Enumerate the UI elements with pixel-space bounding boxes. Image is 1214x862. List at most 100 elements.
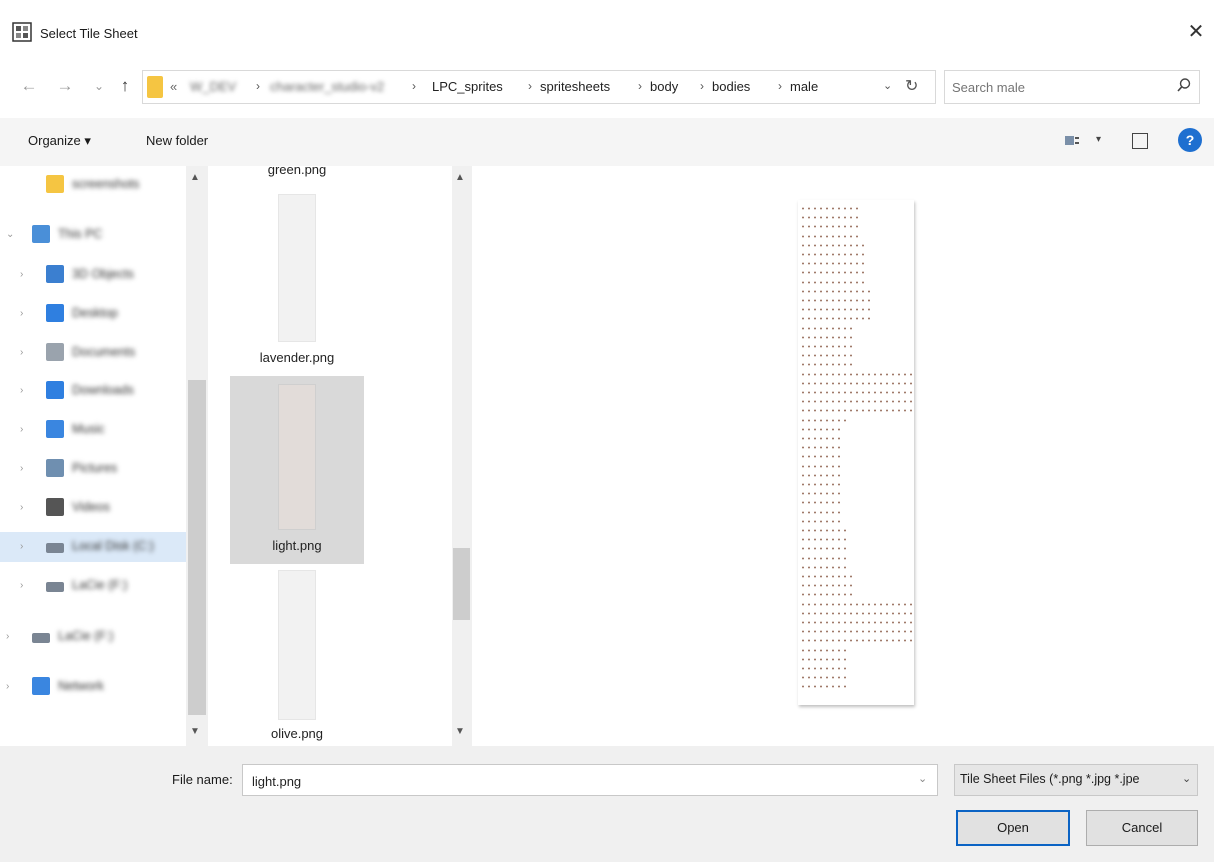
search-input[interactable] xyxy=(950,75,1164,99)
file-name-dropdown-button[interactable]: ⌄ xyxy=(918,772,927,785)
refresh-icon[interactable]: ↻ xyxy=(905,76,918,96)
file-item-green[interactable]: green.png xyxy=(230,160,364,186)
music-icon xyxy=(46,420,64,438)
organize-button[interactable]: Organize ▾ xyxy=(28,133,91,149)
nav-item[interactable]: › 3D Objects xyxy=(0,260,188,290)
chevron-right-icon[interactable]: › xyxy=(20,580,23,591)
file-list-scrollbar[interactable] xyxy=(452,166,472,746)
network-icon xyxy=(32,677,50,695)
file-name-label: light.png xyxy=(272,538,322,553)
search-icon[interactable] xyxy=(1176,77,1192,93)
forward-button[interactable]: → xyxy=(54,75,76,97)
breadcrumb-separator[interactable]: › xyxy=(256,79,260,93)
nav-item[interactable]: › Downloads xyxy=(0,376,188,406)
nav-item[interactable]: › Pictures xyxy=(0,454,188,484)
chevron-right-icon[interactable]: › xyxy=(20,385,23,396)
new-folder-button[interactable]: New folder xyxy=(146,133,208,148)
scroll-down-arrow-icon[interactable]: ▼ xyxy=(190,726,200,737)
breadcrumb-item[interactable]: character_studio-v2 xyxy=(270,79,384,94)
sprite-row xyxy=(800,583,852,589)
breadcrumb-item[interactable]: bodies xyxy=(712,79,750,94)
breadcrumb-item[interactable]: body xyxy=(650,79,678,94)
recent-locations-button[interactable]: ⌄ xyxy=(88,75,110,97)
sprite-row xyxy=(800,445,840,451)
breadcrumb-separator[interactable]: › xyxy=(638,79,642,93)
nav-item[interactable]: ⌄ This PC xyxy=(0,220,188,250)
file-type-label: Tile Sheet Files (*.png *.jpg *.jpe xyxy=(960,772,1140,786)
nav-item-label: Network xyxy=(58,679,104,693)
chevron-right-icon[interactable]: › xyxy=(20,308,23,319)
drive-icon xyxy=(46,543,64,553)
drive-icon xyxy=(32,633,50,643)
scroll-down-arrow-icon[interactable]: ▼ xyxy=(455,726,465,737)
nav-item-label: Local Disk (C:) xyxy=(72,539,154,553)
breadcrumb-separator[interactable]: › xyxy=(528,79,532,93)
breadcrumb-item[interactable]: male xyxy=(790,79,818,94)
sprite-row xyxy=(800,224,858,230)
chevron-right-icon[interactable]: › xyxy=(20,424,23,435)
nav-item[interactable]: › Documents xyxy=(0,338,188,368)
file-name-input[interactable] xyxy=(250,770,894,792)
title-bar xyxy=(0,0,1214,64)
cancel-button[interactable]: Cancel xyxy=(1086,810,1198,846)
close-button[interactable]: ✕ xyxy=(1184,18,1208,46)
nav-item[interactable]: screenshots xyxy=(0,170,188,200)
file-name-label: lavender.png xyxy=(259,350,335,365)
open-button[interactable]: Open xyxy=(956,810,1070,846)
breadcrumb-item[interactable]: LPC_sprites xyxy=(432,79,503,94)
sprite-row xyxy=(800,675,846,681)
address-overflow-button[interactable]: « xyxy=(170,79,177,94)
nav-item-label: 3D Objects xyxy=(72,267,134,281)
chevron-right-icon[interactable]: › xyxy=(20,347,23,358)
chevron-right-icon[interactable]: › xyxy=(20,502,23,513)
sprite-row xyxy=(800,344,852,349)
nav-item[interactable]: › Local Disk (C:) xyxy=(0,532,188,562)
file-name-label: olive.png xyxy=(270,726,324,741)
help-icon[interactable]: ? xyxy=(1178,128,1202,152)
breadcrumb-separator[interactable]: › xyxy=(700,79,704,93)
nav-pane-scroll-thumb[interactable] xyxy=(188,380,206,715)
sprite-row xyxy=(800,334,852,340)
sprite-row xyxy=(800,279,864,285)
file-thumbnail xyxy=(278,384,316,530)
scroll-up-arrow-icon[interactable]: ▲ xyxy=(190,172,200,183)
file-item-light[interactable]: light.png xyxy=(230,376,364,564)
file-name-label: File name: xyxy=(172,772,233,787)
file-item-lavender[interactable]: lavender.png xyxy=(230,190,364,376)
up-folder-button[interactable]: ↑ xyxy=(114,75,136,97)
breadcrumb-separator[interactable]: › xyxy=(412,79,416,93)
sprite-row xyxy=(800,574,852,579)
nav-item[interactable]: › Videos xyxy=(0,493,188,523)
chevron-down-icon[interactable]: ⌄ xyxy=(1182,772,1191,785)
chevron-right-icon[interactable]: › xyxy=(6,681,9,692)
breadcrumb-item[interactable]: W_DEV xyxy=(190,79,236,94)
nav-item[interactable]: › Desktop xyxy=(0,299,188,329)
sprite-row xyxy=(800,206,858,211)
videos-icon xyxy=(46,498,64,516)
nav-item-label: LaCie (F:) xyxy=(72,578,128,592)
cube-icon xyxy=(46,265,64,283)
scroll-up-arrow-icon[interactable]: ▲ xyxy=(455,172,465,183)
sprite-row xyxy=(800,298,870,303)
chevron-right-icon[interactable]: › xyxy=(20,463,23,474)
chevron-right-icon[interactable]: › xyxy=(20,269,23,280)
chevron-right-icon[interactable]: › xyxy=(6,631,9,642)
nav-item-label: LaCie (F:) xyxy=(58,629,114,643)
view-options-icon[interactable] xyxy=(1064,134,1080,148)
sprite-row xyxy=(800,353,852,359)
nav-item[interactable]: › Music xyxy=(0,415,188,445)
nav-item[interactable]: › Network xyxy=(0,672,188,702)
chevron-right-icon[interactable]: › xyxy=(20,541,23,552)
breadcrumb-separator[interactable]: › xyxy=(778,79,782,93)
file-thumbnail xyxy=(278,194,316,342)
nav-item[interactable]: › LaCie (F:) xyxy=(0,571,188,601)
file-item-olive[interactable]: olive.png xyxy=(230,566,364,746)
address-dropdown-button[interactable]: ⌄ xyxy=(883,79,892,92)
chevron-right-icon[interactable]: ⌄ xyxy=(6,229,14,240)
file-list-scroll-thumb[interactable] xyxy=(453,548,470,620)
view-dropdown-button[interactable]: ▾ xyxy=(1096,134,1101,145)
breadcrumb-item[interactable]: spritesheets xyxy=(540,79,610,94)
nav-item[interactable]: › LaCie (F:) xyxy=(0,622,188,652)
preview-pane-icon[interactable] xyxy=(1132,133,1148,149)
back-button[interactable]: ← xyxy=(18,75,40,97)
